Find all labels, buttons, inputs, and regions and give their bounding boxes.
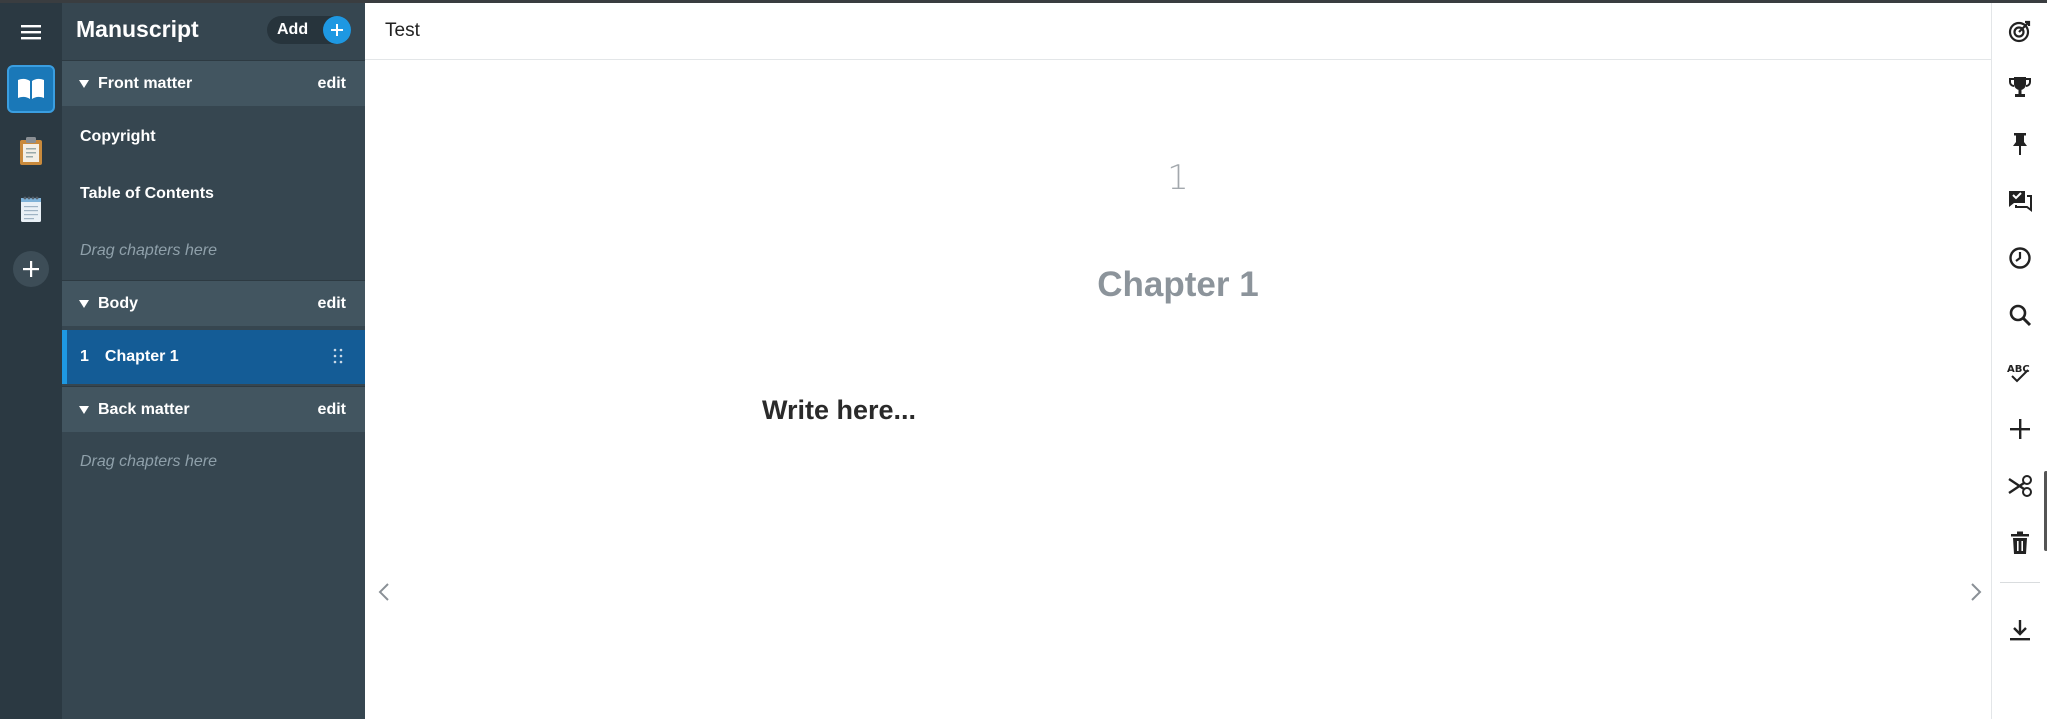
plus-icon <box>2008 417 2032 441</box>
front-item-toc[interactable]: Table of Contents <box>80 185 214 203</box>
comments-icon <box>2007 189 2033 213</box>
section-label: Body <box>98 294 138 312</box>
caret-down-icon <box>79 299 89 308</box>
document-title[interactable]: Test <box>385 20 420 42</box>
manuscript-sidebar: Manuscript Add Front matter edit Copyrig… <box>62 0 365 719</box>
book-icon <box>16 77 46 101</box>
front-item-copyright[interactable]: Copyright <box>80 128 156 146</box>
right-toolbar: ABC <box>1991 3 2047 719</box>
delete-button[interactable] <box>1992 523 2047 563</box>
notepad-icon <box>19 195 43 223</box>
chapter-page-number: 1 <box>1167 158 1189 198</box>
comments-button[interactable] <box>1992 181 2047 221</box>
trophy-icon <box>2008 75 2032 99</box>
target-icon <box>2008 19 2032 43</box>
export-button[interactable] <box>1992 610 2047 650</box>
section-back-matter[interactable]: Back matter edit <box>62 386 365 432</box>
previous-chapter-icon[interactable] <box>375 580 395 604</box>
chapter-item-1[interactable]: 1 Chapter 1 <box>62 330 365 384</box>
clock-icon <box>2008 246 2032 270</box>
goals-button[interactable] <box>1992 11 2047 51</box>
edit-body-button[interactable]: edit <box>318 295 346 313</box>
add-label: Add <box>277 21 309 38</box>
editor-header: Test <box>365 3 1991 60</box>
add-panel-button[interactable] <box>7 245 55 293</box>
menu-button[interactable] <box>7 8 55 56</box>
trash-icon <box>2009 531 2031 555</box>
clipboard-button[interactable] <box>7 127 55 175</box>
search-icon <box>2008 303 2032 327</box>
pin-icon <box>2010 132 2030 156</box>
sidebar-title: Manuscript <box>76 16 199 42</box>
spellcheck-button[interactable]: ABC <box>1992 352 2047 392</box>
search-button[interactable] <box>1992 295 2047 335</box>
edit-back-matter-button[interactable]: edit <box>318 401 346 419</box>
svg-text:ABC: ABC <box>2007 364 2030 375</box>
caret-down-icon <box>79 405 89 414</box>
chapter-heading[interactable]: Chapter 1 <box>365 265 1991 305</box>
split-chapter-button[interactable] <box>1992 466 2047 506</box>
chapter-title: Chapter 1 <box>104 348 179 365</box>
add-button[interactable]: Add <box>267 16 351 44</box>
edit-front-matter-button[interactable]: edit <box>318 75 346 93</box>
section-label: Back matter <box>98 400 190 418</box>
drag-hint-back: Drag chapters here <box>80 453 217 470</box>
notes-button[interactable] <box>7 185 55 233</box>
pin-button[interactable] <box>1992 124 2047 164</box>
menu-icon <box>21 24 41 40</box>
sidebar-header: Manuscript Add <box>62 0 365 58</box>
next-chapter-icon[interactable] <box>1965 580 1985 604</box>
history-button[interactable] <box>1992 238 2047 278</box>
caret-down-icon <box>79 79 89 88</box>
section-front-matter[interactable]: Front matter edit <box>62 60 365 106</box>
plus-icon <box>323 16 351 44</box>
scissors-icon <box>2007 474 2033 498</box>
achievements-button[interactable] <box>1992 67 2047 107</box>
toolbar-divider <box>2000 582 2040 583</box>
manuscript-button[interactable] <box>7 65 55 113</box>
download-icon <box>2008 618 2032 642</box>
icon-rail <box>0 0 62 719</box>
drag-hint-front: Drag chapters here <box>80 242 217 259</box>
editor-body-placeholder[interactable]: Write here... <box>762 395 916 426</box>
insert-button[interactable] <box>1992 409 2047 449</box>
plus-icon <box>13 251 49 287</box>
editor-area: Test 1 Chapter 1 Write here... <box>365 3 1991 719</box>
chapter-number: 1 <box>80 348 89 365</box>
drag-handle-icon[interactable] <box>333 348 343 364</box>
clipboard-icon <box>18 136 44 166</box>
section-body[interactable]: Body edit <box>62 280 365 326</box>
window-top-border <box>0 0 2047 3</box>
section-label: Front matter <box>98 74 193 92</box>
spellcheck-icon: ABC <box>2006 360 2034 384</box>
